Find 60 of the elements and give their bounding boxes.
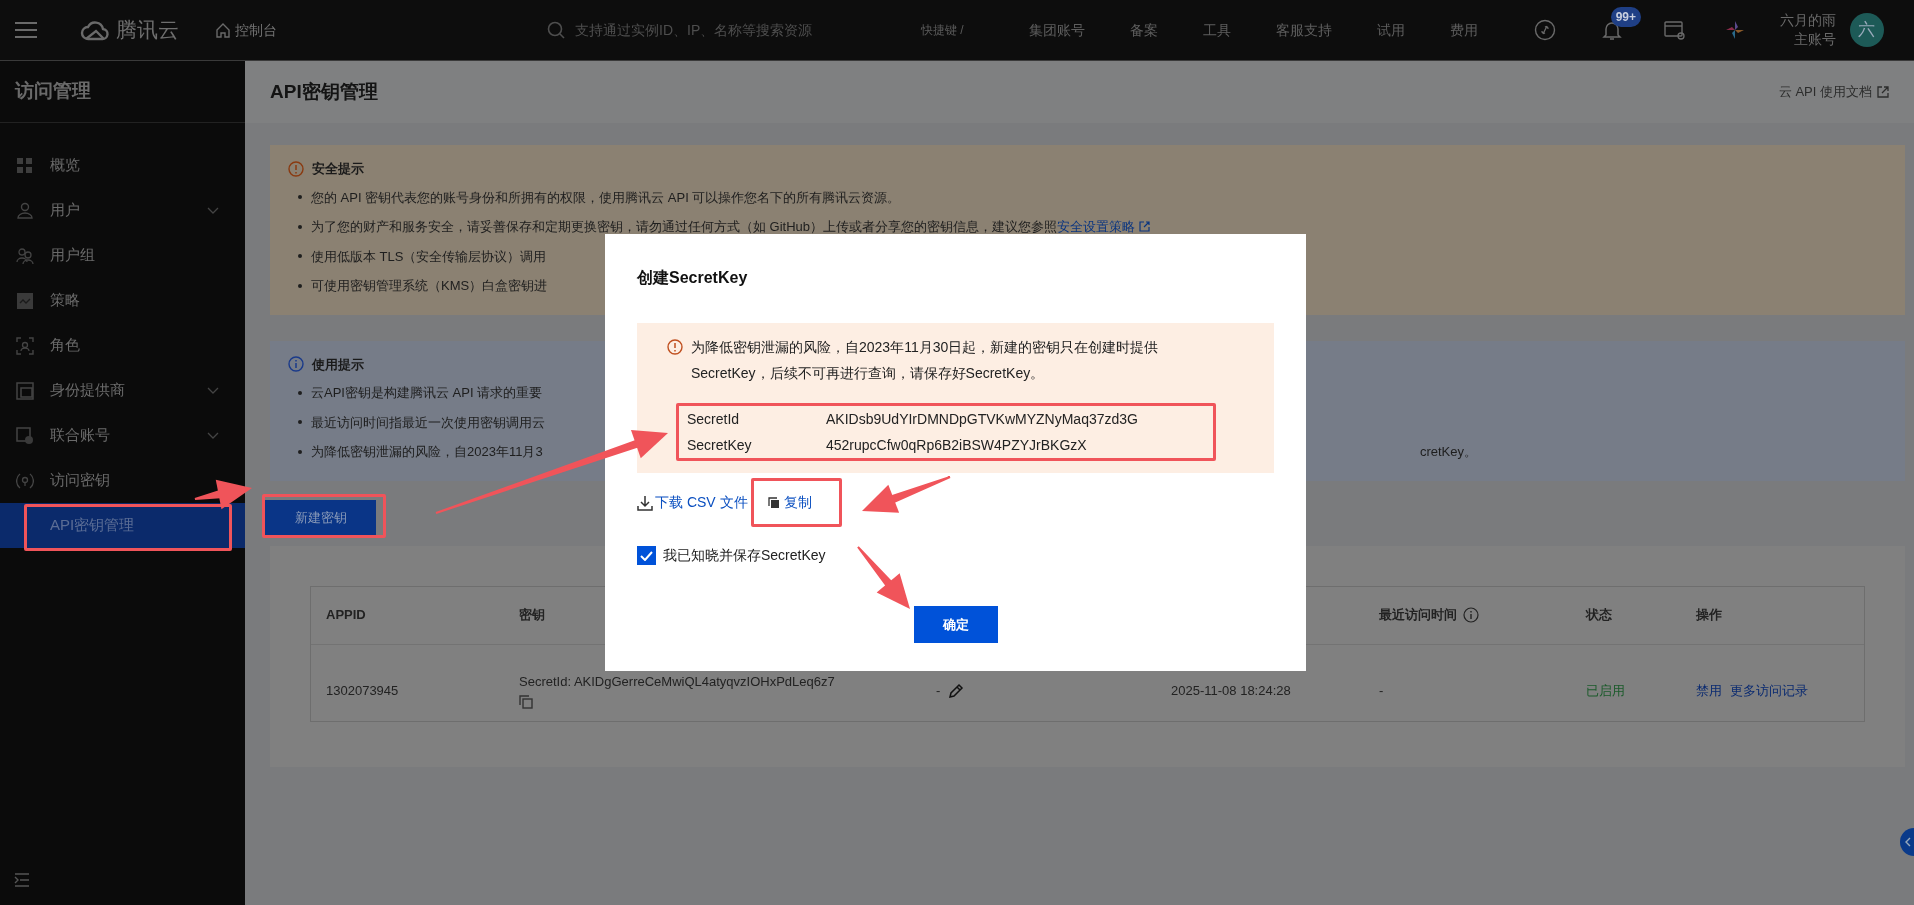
sidebar-item[interactable]: 访问密钥 xyxy=(0,458,245,503)
warning-text: 为降低密钥泄漏的风险，自2023年11月30日起，新建的密钥只在创建时提供SecretKey，后续不可再进行查询，请保存好SecretKey。 xyxy=(691,338,1160,383)
create-key-button[interactable]: 新建密钥 xyxy=(265,499,376,536)
column-header: 最近访问时间 xyxy=(1379,606,1457,625)
acknowledge-checkbox[interactable]: 我已知晓并保存SecretKey xyxy=(637,545,1274,566)
notice-text: 云API密钥是构建腾讯云 API 请求的重要 xyxy=(311,384,543,402)
nav-link[interactable]: 备案 xyxy=(1129,19,1158,41)
table-cell-text: 1302073945 xyxy=(326,681,400,700)
search-field[interactable]: 支持通过实例ID、IP、名称等搜索资源 xyxy=(575,19,875,41)
sidebar-item[interactable]: 策略 xyxy=(0,278,245,323)
notice-title: 使用提示 xyxy=(312,355,364,374)
shortcut-hint: 快捷键 / xyxy=(921,22,964,39)
sidebar-item[interactable]: 身份提供商 xyxy=(0,368,245,413)
sidebar-item[interactable]: 概览 xyxy=(0,143,245,188)
credential-label: SecretId xyxy=(687,409,741,429)
sidebar-item[interactable]: 用户 xyxy=(0,188,245,233)
user-avatar[interactable]: 六 xyxy=(1849,13,1884,47)
column-header: 密钥 xyxy=(519,606,546,625)
copy-link[interactable]: 复制 xyxy=(767,492,812,513)
confirm-button[interactable]: 确定 xyxy=(913,606,998,643)
sidebar-item[interactable]: 用户组 xyxy=(0,233,245,278)
page-title: API密钥管理 xyxy=(270,79,378,104)
nav-link[interactable]: 费用 xyxy=(1449,19,1478,41)
sidebar-item[interactable]: 联合账号 xyxy=(0,413,245,458)
notice-text: cretKey。 xyxy=(1419,443,1477,461)
notice-text: 可使用密钥管理系统（KMS）白盒密钥进 xyxy=(311,277,548,295)
notice-text: 使用低版本 TLS（安全传输层协议）调用 xyxy=(311,247,547,266)
download-csv-link[interactable]: 下载 CSV 文件 xyxy=(637,492,748,513)
nav-link[interactable]: 客服支持 xyxy=(1275,19,1332,41)
nav-link[interactable]: 集团账号 xyxy=(1028,19,1085,41)
security-policy-link[interactable]: 安全设置策略 xyxy=(1057,217,1136,237)
account-type: 主账号 xyxy=(1793,30,1836,49)
status-text: 已启用 xyxy=(1586,681,1626,700)
api-docs-link[interactable]: 云 API 使用文档 xyxy=(1778,82,1889,102)
column-header: 操作 xyxy=(1696,606,1723,625)
brand-name: 腾讯云 xyxy=(116,17,179,44)
table-cell-text: 2025-11-08 18:24:28 xyxy=(1171,681,1292,700)
credential-value: 452rupcCfw0qRp6B2iBSW4PZYJrBKGzX xyxy=(826,435,1087,455)
credential-label: SecretKey xyxy=(687,435,753,455)
table-cell-text: SecretId: AKIDgGerreCeMwiQL4atyqvzIOHxPdLeq6z7 xyxy=(519,672,836,691)
dialog-title: 创建SecretKey xyxy=(637,268,749,288)
action-link[interactable]: 更多访问记录 xyxy=(1730,680,1808,701)
user-name: 六月的雨 xyxy=(1779,11,1836,30)
console-link[interactable]: 控制台 xyxy=(215,19,277,41)
action-link[interactable]: 禁用 xyxy=(1696,680,1722,701)
table-cell-text: - xyxy=(936,681,941,700)
notice-text: 您的 API 密钥代表您的账号身份和所拥有的权限，使用腾讯云 API 可以操作您名下的所有腾讯云资源。 xyxy=(311,188,901,207)
nav-link[interactable]: 工具 xyxy=(1202,19,1231,41)
sidebar-item[interactable]: 角色 xyxy=(0,323,245,368)
credential-value: AKIDsb9UdYIrDMNDpGTVKwMYZNyMaq37zd3G xyxy=(826,409,1138,429)
column-header: 状态 xyxy=(1586,606,1613,625)
notification-badge: 99+ xyxy=(1610,7,1642,27)
notice-title: 安全提示 xyxy=(312,160,364,178)
table-cell-text: - xyxy=(1379,681,1385,700)
sidebar-item[interactable]: API密钥管理 xyxy=(0,503,245,548)
checkbox-label: 我已知晓并保存SecretKey xyxy=(663,546,826,565)
notice-text: 为降低密钥泄漏的风险，自2023年11月3 xyxy=(311,443,543,461)
notice-text: 为了您的财产和服务安全，请妥善保存和定期更换密钥，请勿通过任何方式（如 GitHub）上传或者分享您的密钥信息，建议您参照 xyxy=(311,218,1058,236)
column-header: APPID xyxy=(326,606,367,625)
nav-link[interactable]: 试用 xyxy=(1376,19,1405,41)
